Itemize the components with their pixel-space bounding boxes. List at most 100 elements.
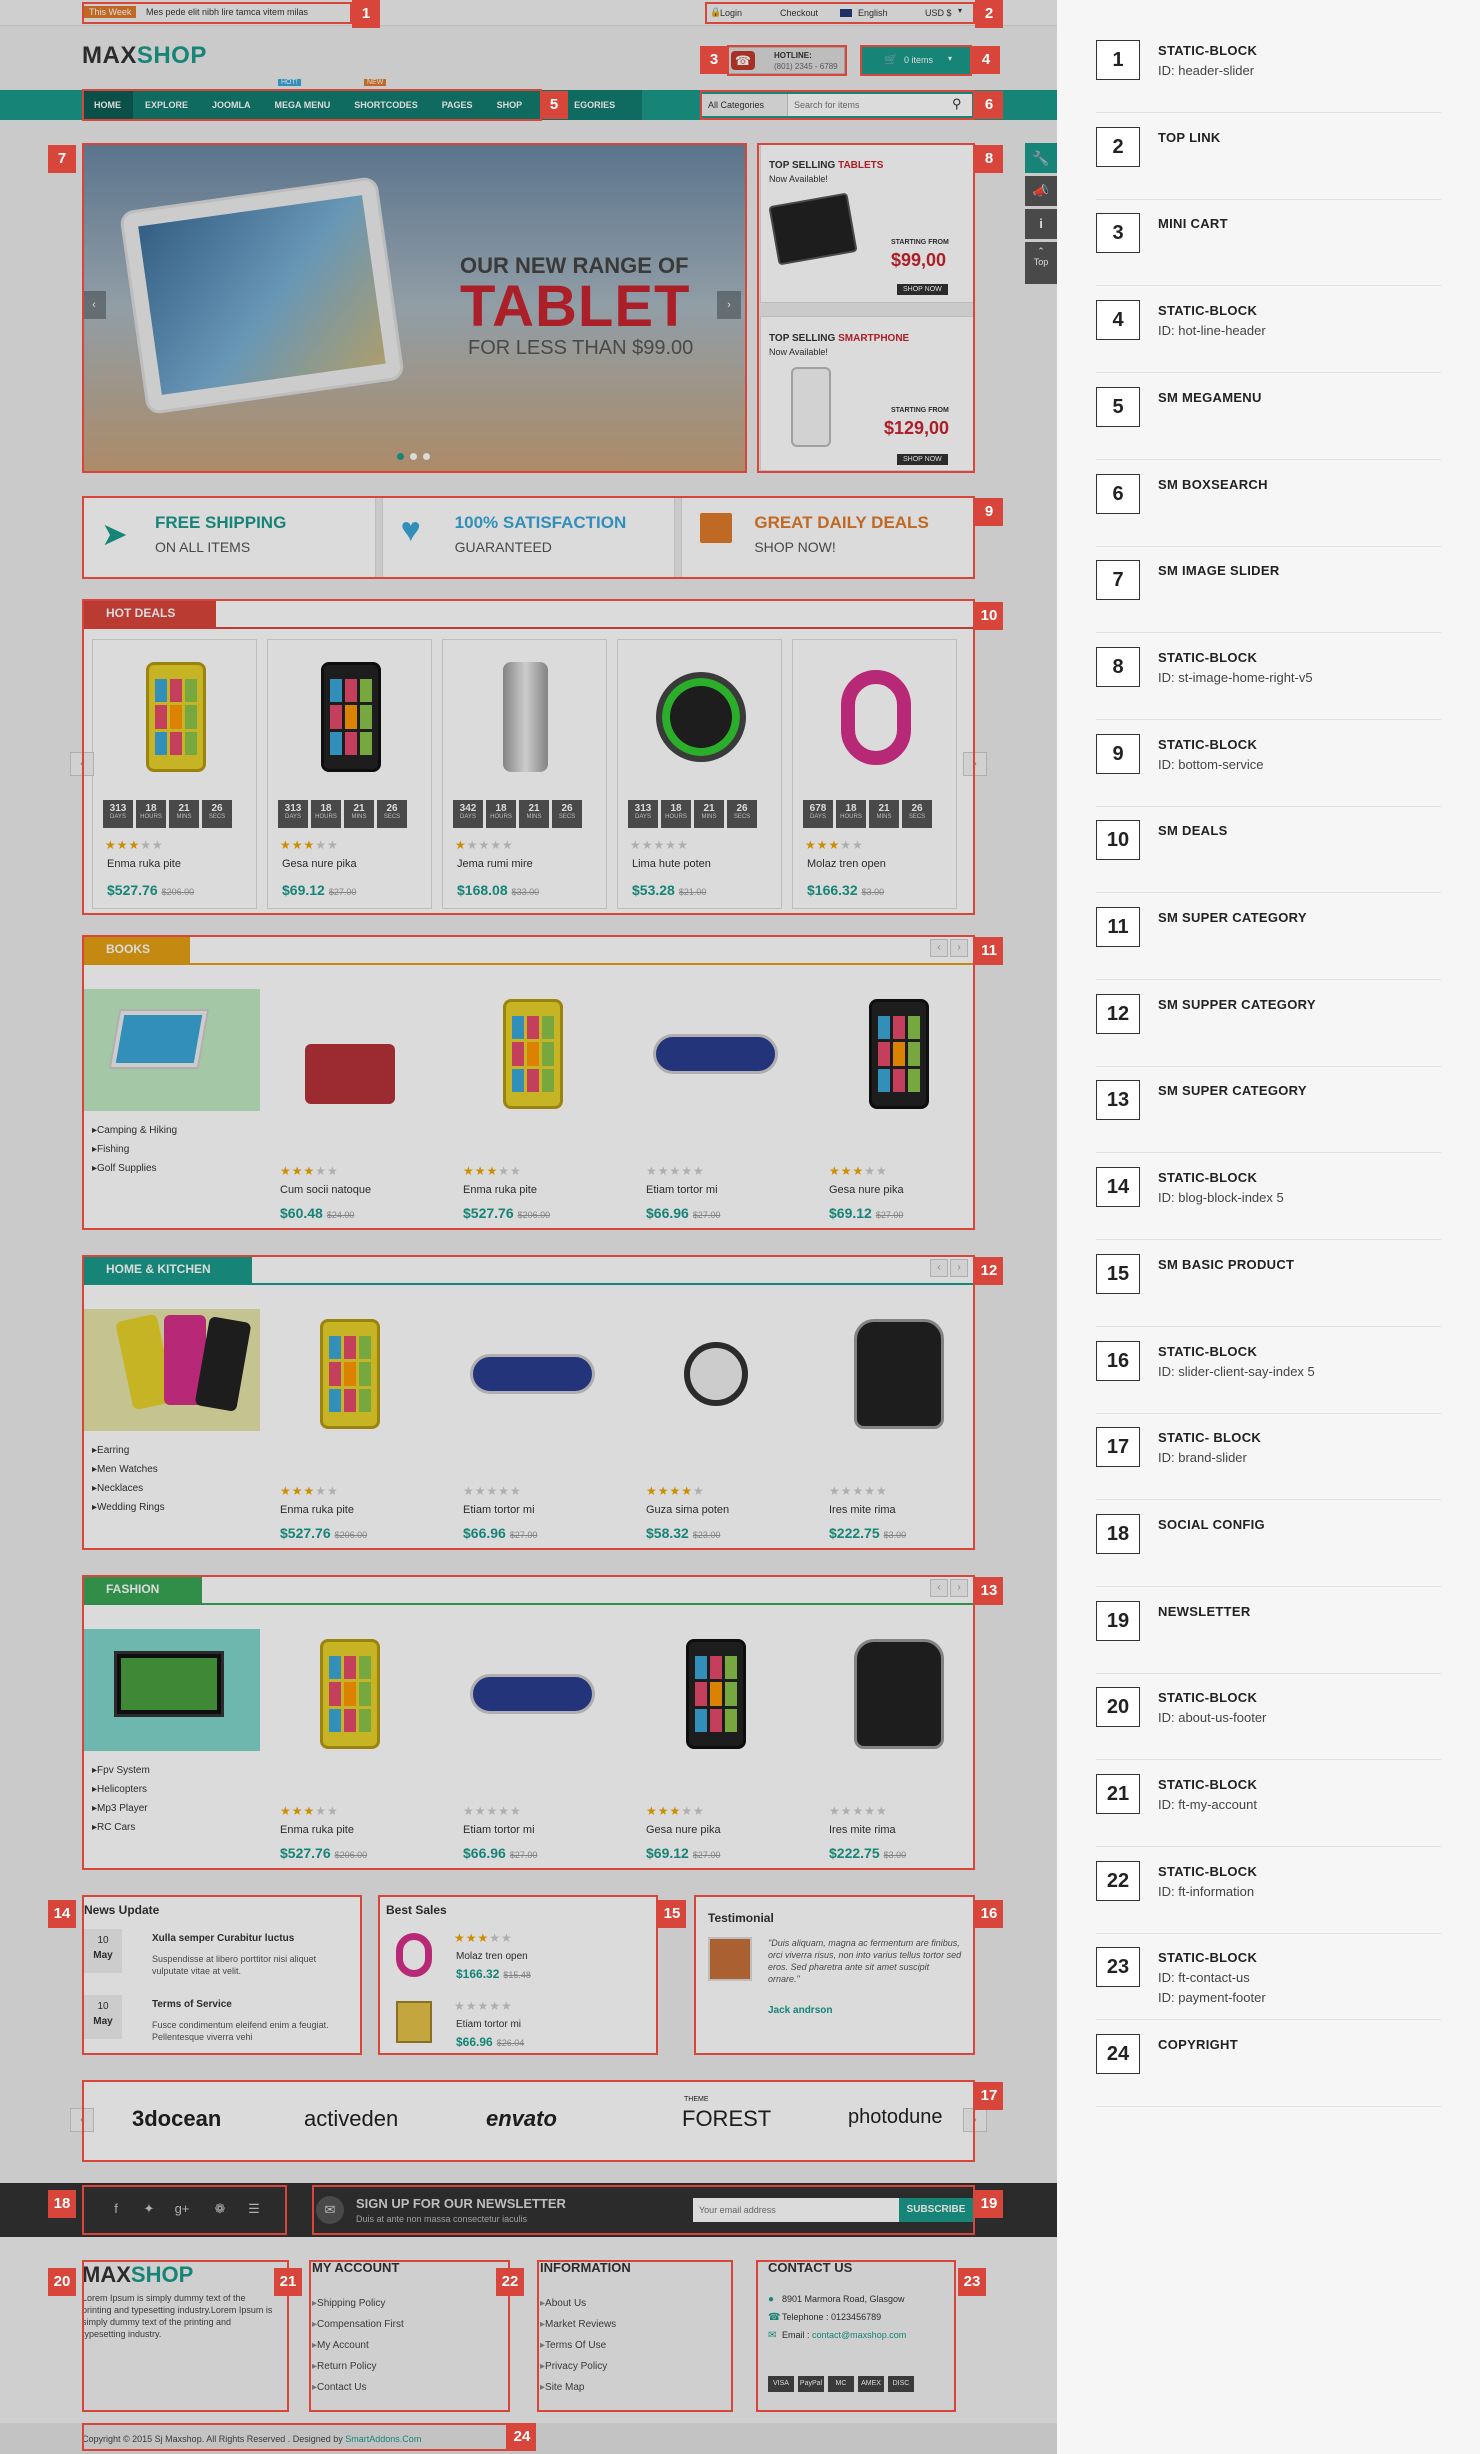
subscribe-button[interactable]: SUBSCRIBE [899,2198,973,2222]
nav-item-explore[interactable]: EXPLORE [133,90,200,120]
product-item[interactable]: ★★★★★ Ires mite rima $222.75 $3.00 [811,1629,991,1879]
brand-logo[interactable]: 3docean [132,2106,221,2132]
fashion-tab[interactable]: FASHION [82,1575,202,1603]
product-item[interactable]: ★★★★★ Cum socii natoque $60.48 $24.00 [262,989,442,1239]
product-name[interactable]: Molaz tren open [456,1951,528,1962]
slider-next-button[interactable]: › [717,291,741,319]
sub-link[interactable]: Earring [92,1441,165,1460]
product-item[interactable]: ★★★★★ Etiam tortor mi $66.96 $27.00 [445,1309,625,1559]
product-name[interactable]: Gesa nure pika [829,1184,904,1196]
news-post-title[interactable]: Xulla semper Curabitur luctus [152,1933,294,1944]
nav-item-mega-menu[interactable]: MEGA MENU [263,90,343,120]
right-promo-smartphone[interactable]: TOP SELLING SMARTPHONE Now Available! ST… [760,316,975,471]
slider-dot[interactable] [397,453,404,460]
sub-link[interactable]: RC Cars [92,1818,150,1837]
sub-link[interactable]: Fishing [92,1140,177,1159]
email-link[interactable]: contact@maxshop.com [812,2330,906,2340]
slider-dot[interactable] [423,453,430,460]
deal-card[interactable]: 678 DAYS 18 HOURS 21 MINS 26 SECS ★★★★★ Molaz t… [792,639,957,909]
google-plus-icon[interactable]: g+ [168,2195,196,2223]
brand-logo[interactable]: photodune [848,2106,943,2129]
home-next-button[interactable]: › [950,1259,968,1277]
deal-card[interactable]: 313 DAYS 18 HOURS 21 MINS 26 SECS ★★★★★ Enma ru… [92,639,257,909]
product-name[interactable]: Enma ruka pite [280,1824,354,1836]
product-name[interactable]: Gesa nure pika [646,1824,721,1836]
checkout-link[interactable]: Checkout [780,8,818,18]
sub-link[interactable]: Wedding Rings [92,1498,165,1517]
megaphone-icon[interactable]: 📣 [1025,176,1057,206]
product-name[interactable]: Guza sima poten [646,1504,729,1516]
product-name[interactable]: Etiam tortor mi [463,1824,535,1836]
wrench-icon[interactable]: 🔧 [1025,143,1057,173]
footer-link[interactable]: Site Map [540,2377,631,2398]
brand-logo[interactable]: envato [486,2106,557,2132]
product-name[interactable]: Ires mite rima [829,1824,896,1836]
sub-link[interactable]: Necklaces [92,1479,165,1498]
newsletter-email-input[interactable] [693,2198,899,2222]
slider-dot[interactable] [410,453,417,460]
twitter-icon[interactable]: ✦ [135,2195,163,2223]
product-name[interactable]: Etiam tortor mi [456,2019,521,2030]
currency-select[interactable]: USD $ [925,8,952,18]
brands-next-button[interactable]: › [963,2108,987,2132]
product-item[interactable]: ★★★★★ Etiam tortor mi $66.96 $27.00 [445,1629,625,1879]
product-item[interactable]: ★★★★★ Etiam tortor mi $66.96 $27.00 [628,989,808,1239]
product-name[interactable]: Lima hute poten [632,858,711,870]
deal-card[interactable]: 313 DAYS 18 HOURS 21 MINS 26 SECS ★★★★★ Lima hu… [617,639,782,909]
deal-card[interactable]: 313 DAYS 18 HOURS 21 MINS 26 SECS ★★★★★ Gesa nu… [267,639,432,909]
footer-link[interactable]: Contact Us [312,2377,404,2398]
brands-prev-button[interactable]: ‹ [70,2108,94,2132]
nav-item-shortcodes[interactable]: SHORTCODES [342,90,430,120]
rss-icon[interactable]: ☰ [240,2195,268,2223]
product-name[interactable]: Cum socii natoque [280,1184,371,1196]
deals-tab[interactable]: HOT DEALS [82,599,216,627]
search-input[interactable] [794,97,944,113]
deals-prev-button[interactable]: ‹ [70,752,94,776]
product-name[interactable]: Enma ruka pite [463,1184,537,1196]
sub-link[interactable]: Camping & Hiking [92,1121,177,1140]
product-item[interactable]: ★★★★★ Gesa nure pika $69.12 $27.00 [628,1629,808,1879]
product-item[interactable]: ★★★★★ Gesa nure pika $69.12 $27.00 [811,989,991,1239]
product-item[interactable]: ★★★★★ Ires mite rima $222.75 $3.00 [811,1309,991,1559]
home-kitchen-tab[interactable]: HOME & KITCHEN [82,1255,252,1283]
deal-card[interactable]: 342 DAYS 18 HOURS 21 MINS 26 SECS ★★★★★ Jema ru… [442,639,607,909]
info-icon[interactable]: i [1025,209,1057,239]
product-name[interactable]: Gesa nure pika [282,858,357,870]
brand-logo[interactable]: FOREST [682,2106,771,2132]
product-name[interactable]: Enma ruka pite [280,1504,354,1516]
product-name[interactable]: Molaz tren open [807,858,886,870]
language-select[interactable]: English [858,8,888,18]
shop-now-button[interactable]: SHOP NOW [897,454,948,465]
product-item[interactable]: ★★★★★ Enma ruka pite $527.76 $206.00 [262,1309,442,1559]
back-to-top-button[interactable]: ⌃ Top [1025,242,1057,284]
sub-link[interactable]: Golf Supplies [92,1159,177,1178]
nav-item-home[interactable]: HOME [82,90,133,120]
fashion-next-button[interactable]: › [950,1579,968,1597]
login-link[interactable]: Login [720,8,742,18]
product-item[interactable]: ★★★★★ Enma ruka pite $527.76 $206.00 [262,1629,442,1879]
footer-link[interactable]: Market Reviews [540,2314,631,2335]
sub-link[interactable]: Mp3 Player [92,1799,150,1818]
product-name[interactable]: Etiam tortor mi [463,1504,535,1516]
home-prev-button[interactable]: ‹ [930,1259,948,1277]
books-prev-button[interactable]: ‹ [930,939,948,957]
footer-link[interactable]: Return Policy [312,2356,404,2377]
nav-item-shop[interactable]: SHOP [485,90,535,120]
product-item[interactable]: ★★★★★ Guza sima poten $58.32 $23.00 [628,1309,808,1559]
books-tab[interactable]: BOOKS [82,935,190,963]
footer-link[interactable]: Compensation First [312,2314,404,2335]
product-name[interactable]: Enma ruka pite [107,858,181,870]
footer-link[interactable]: My Account [312,2335,404,2356]
product-name[interactable]: Etiam tortor mi [646,1184,718,1196]
mini-cart-button[interactable]: 🛒 0 items ▾ [862,47,970,74]
sub-link[interactable]: Fpv System [92,1761,150,1780]
pinterest-icon[interactable]: ❁ [206,2195,234,2223]
right-promo-tablets[interactable]: TOP SELLING TABLETS Now Available! START… [760,143,975,303]
news-post-title[interactable]: Terms of Service [152,1999,232,2010]
fashion-prev-button[interactable]: ‹ [930,1579,948,1597]
slider-prev-button[interactable]: ‹ [82,291,106,319]
logo[interactable]: MAXSHOP [82,42,207,70]
sub-link[interactable]: Helicopters [92,1780,150,1799]
search-icon[interactable]: ⚲ [952,96,962,112]
footer-logo[interactable]: MAXSHOP [82,2262,193,2288]
